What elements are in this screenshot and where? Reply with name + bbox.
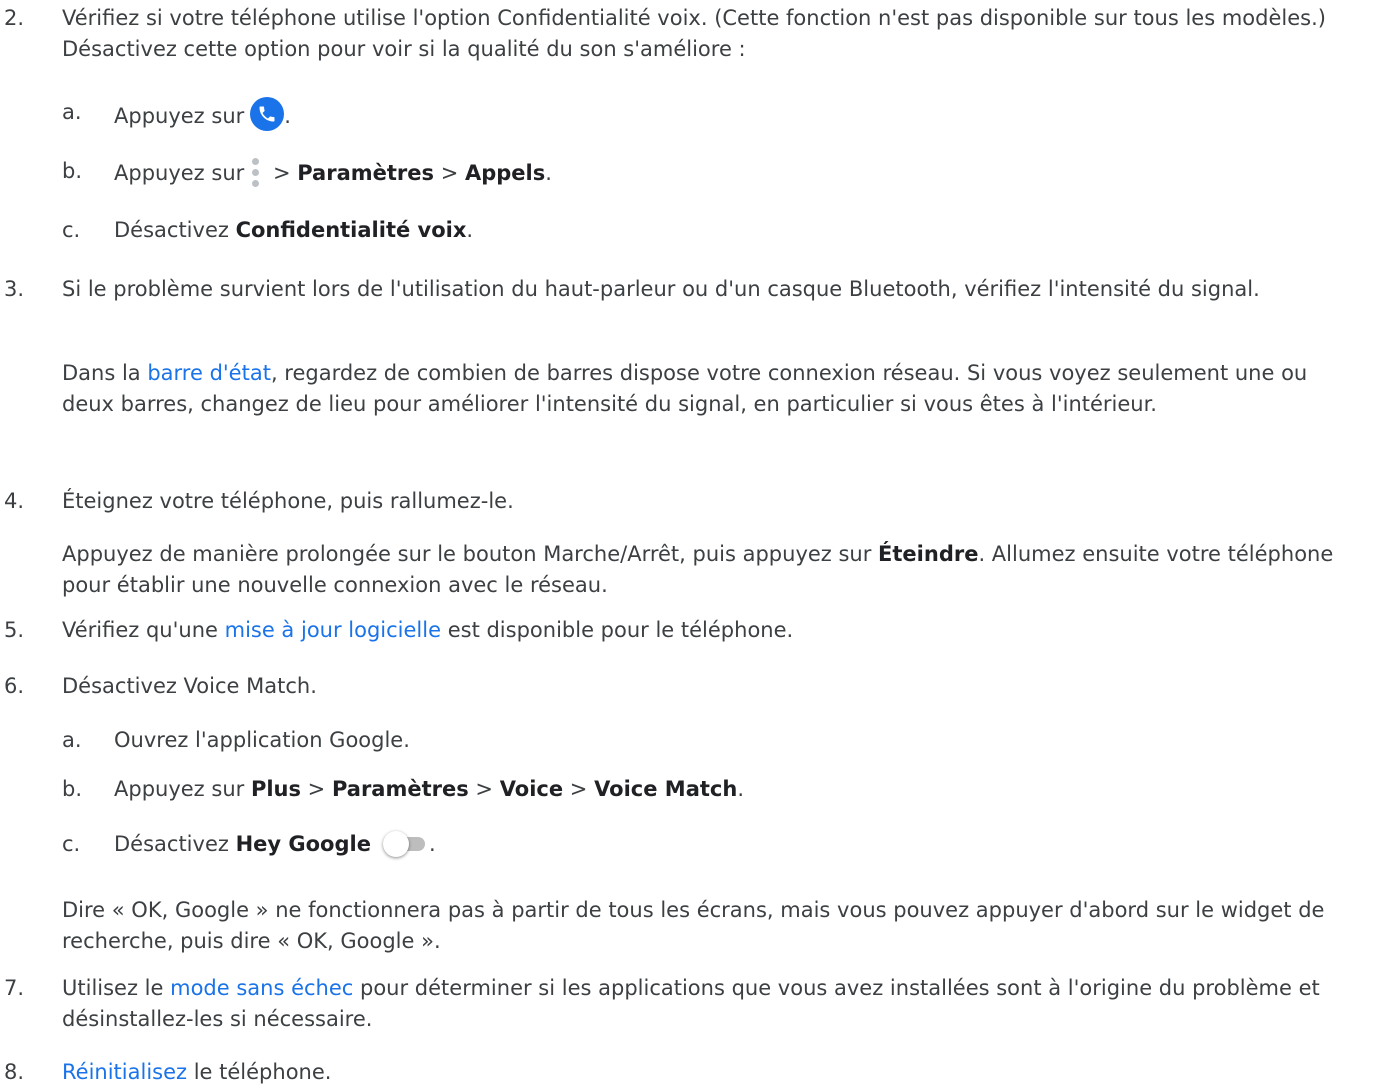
support-article: 2. Vérifiez si votre téléphone utilise l… bbox=[0, 0, 1375, 1092]
step-3-detail: Dans la barre d'état, regardez de combie… bbox=[62, 358, 1365, 420]
step-6-note: Dire « OK, Google » ne fonctionnera pas … bbox=[62, 898, 1325, 953]
step-4-detail: Appuyez de manière prolongée sur le bout… bbox=[62, 539, 1365, 601]
reset-link[interactable]: Réinitialisez bbox=[62, 1060, 187, 1084]
safe-mode-link[interactable]: mode sans échec bbox=[170, 976, 353, 1000]
step-text-part: Vérifiez qu'une bbox=[62, 618, 225, 642]
separator: > bbox=[468, 777, 500, 801]
software-update-link[interactable]: mise à jour logicielle bbox=[225, 618, 441, 642]
step-text: Utilisez le mode sans échec pour détermi… bbox=[62, 973, 1365, 1035]
substep-text: Appuyez sur bbox=[114, 777, 251, 801]
step-text: Réinitialisez le téléphone. bbox=[62, 1057, 1365, 1088]
substep-label: a. bbox=[62, 100, 82, 124]
step-text: Si le problème survient lors de l'utilis… bbox=[62, 277, 1260, 301]
substep-text: Appuyez sur bbox=[114, 104, 245, 128]
step-number: 2. bbox=[4, 6, 25, 30]
substep-label: b. bbox=[62, 777, 83, 801]
menu-path-settings: Paramètres bbox=[331, 777, 469, 801]
substep-label: c. bbox=[62, 832, 81, 856]
step-number: 5. bbox=[4, 618, 25, 642]
step-text-part: le téléphone. bbox=[187, 1060, 332, 1084]
step-number: 7. bbox=[4, 976, 25, 1000]
setting-voice-privacy: Confidentialité voix bbox=[235, 218, 467, 242]
step-number: 4. bbox=[4, 489, 25, 513]
more-vert-icon bbox=[250, 156, 260, 190]
substep-end: . bbox=[545, 161, 552, 185]
power-off-option: Éteindre bbox=[878, 542, 979, 566]
step-text: Éteignez votre téléphone, puis rallumez-… bbox=[62, 489, 514, 513]
substep-end: . bbox=[284, 104, 291, 128]
separator: > bbox=[434, 161, 465, 185]
menu-path-voice-match: Voice Match bbox=[594, 777, 738, 801]
step-text: Vérifiez qu'une mise à jour logicielle e… bbox=[62, 615, 1365, 646]
step-text-part: est disponible pour le téléphone. bbox=[441, 618, 794, 642]
separator: > bbox=[266, 161, 298, 185]
substep-text: Appuyez sur bbox=[114, 161, 245, 185]
substep-text: Désactivez bbox=[114, 218, 236, 242]
substep-text: Désactivez bbox=[114, 832, 236, 856]
step-text-part: Utilisez le bbox=[62, 976, 171, 1000]
substep-end: . bbox=[428, 832, 436, 856]
detail-text: Dans la bbox=[62, 361, 148, 385]
status-bar-link[interactable]: barre d'état bbox=[147, 361, 271, 385]
menu-path-calls: Appels bbox=[464, 161, 546, 185]
menu-path-more: Plus bbox=[250, 777, 301, 801]
step-number: 6. bbox=[4, 674, 25, 698]
substep-label: a. bbox=[62, 728, 82, 752]
phone-app-icon bbox=[250, 97, 285, 131]
separator: > bbox=[563, 777, 595, 801]
setting-hey-google: Hey Google bbox=[235, 832, 371, 856]
toggle-off-icon bbox=[377, 829, 429, 857]
substep-end: . bbox=[466, 218, 474, 242]
step-text: Désactivez Voice Match. bbox=[62, 674, 317, 698]
menu-path-voice: Voice bbox=[499, 777, 564, 801]
substep-end: . bbox=[737, 777, 745, 801]
substep-label: c. bbox=[62, 218, 81, 242]
step-text: Vérifiez si votre téléphone utilise l'op… bbox=[62, 6, 1326, 61]
step-number: 8. bbox=[4, 1060, 25, 1084]
separator: > bbox=[301, 777, 332, 801]
menu-path-settings: Paramètres bbox=[297, 161, 435, 185]
substep-label: b. bbox=[62, 159, 83, 183]
detail-text: Appuyez de manière prolongée sur le bout… bbox=[62, 542, 879, 566]
step-number: 3. bbox=[4, 277, 25, 301]
substep-text: Ouvrez l'application Google. bbox=[114, 728, 410, 752]
